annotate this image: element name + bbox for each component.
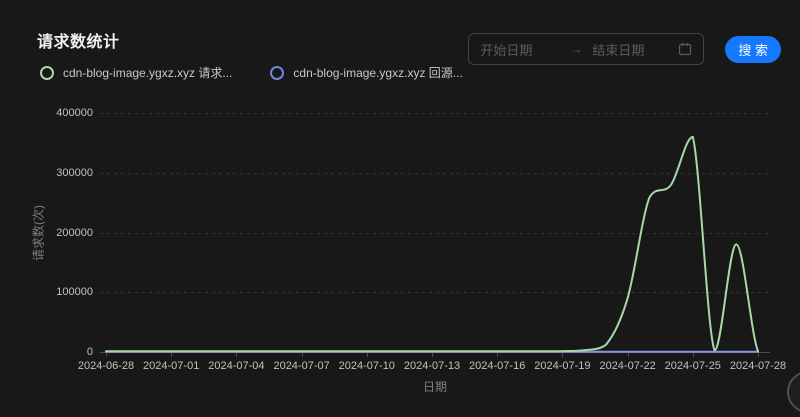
- series-line-0: [106, 137, 758, 351]
- x-axis-tick-label: 2024-07-25: [665, 360, 721, 372]
- y-axis-tick-label: 0: [87, 346, 93, 358]
- x-axis-tick-label: 2024-07-28: [730, 360, 786, 372]
- x-axis-tick-label: 2024-07-22: [599, 360, 655, 372]
- y-axis-tick-label: 300000: [56, 167, 93, 179]
- x-axis-tick-label: 2024-07-04: [208, 360, 264, 372]
- x-axis-tick-label: 2024-07-10: [339, 360, 395, 372]
- y-axis-tick-label: 200000: [56, 227, 93, 239]
- x-axis-tick-label: 2024-07-19: [534, 360, 590, 372]
- x-axis-tick-label: 2024-07-07: [273, 360, 329, 372]
- x-axis-tick-label: 2024-06-28: [78, 360, 134, 372]
- x-axis-tick-label: 2024-07-16: [469, 360, 525, 372]
- y-axis-tick-label: 100000: [56, 286, 93, 298]
- y-axis-tick-label: 400000: [56, 107, 93, 119]
- chart-canvas[interactable]: [0, 0, 800, 417]
- x-axis-title: 日期: [423, 378, 447, 395]
- chart-area[interactable]: 0 100000 200000 300000 400000 2024-06-28 2024-…: [0, 0, 800, 417]
- y-axis-title: 请求数(次): [30, 205, 47, 261]
- x-axis-tick-label: 2024-07-13: [404, 360, 460, 372]
- x-axis-tick-label: 2024-07-01: [143, 360, 199, 372]
